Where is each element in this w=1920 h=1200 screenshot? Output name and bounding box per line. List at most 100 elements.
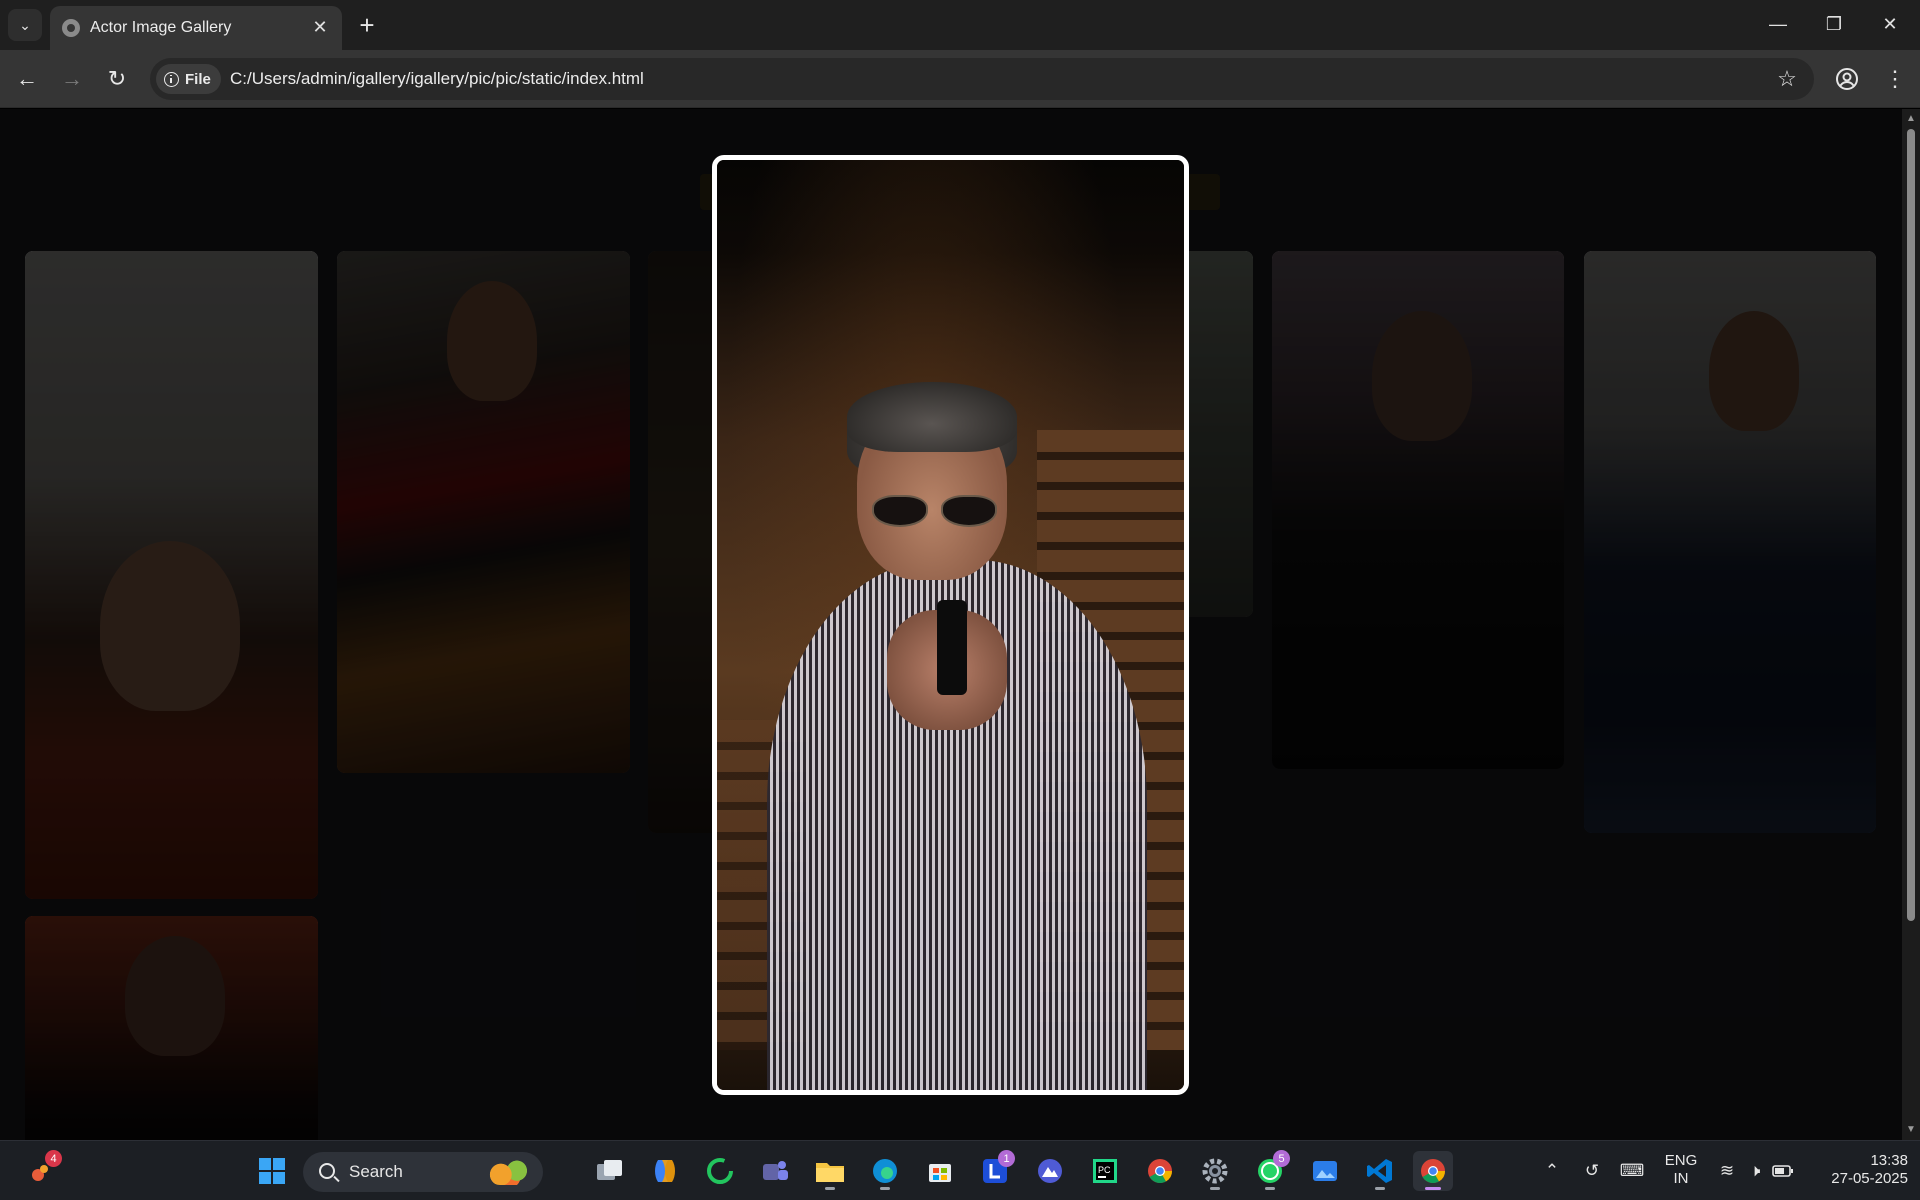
browser-menu-button[interactable]: ⋮ (1880, 64, 1910, 94)
scroll-up-arrow-icon[interactable]: ▲ (1905, 113, 1917, 125)
volume-tray-icon[interactable]: 🕨 (1743, 1160, 1767, 1182)
copilot-button[interactable] (645, 1151, 685, 1191)
show-hidden-icons-button[interactable]: ⌃ (1540, 1160, 1564, 1182)
close-tab-button[interactable]: ✕ (308, 15, 332, 39)
minimize-icon: — (1769, 13, 1787, 34)
muted-speaker-icon: 🕨 (1749, 1161, 1761, 1180)
chevron-down-icon: ⌄ (19, 16, 31, 33)
notification-badge: 4 (45, 1150, 62, 1167)
scroll-thumb[interactable] (1907, 129, 1915, 921)
whatsapp-badge: 5 (1273, 1150, 1290, 1167)
browser-tab-strip: ⌄ Actor Image Gallery ✕ + — ❐ ✕ (0, 0, 1920, 50)
l-app-button[interactable]: 1 (975, 1150, 1015, 1191)
vscode-button[interactable] (1360, 1151, 1400, 1191)
clock-time: 13:38 (1870, 1152, 1908, 1169)
url-text[interactable]: C:/Users/admin/igallery/igallery/pic/pic… (230, 69, 644, 89)
teams-icon (763, 1161, 788, 1180)
address-bar[interactable]: File C:/Users/admin/igallery/igallery/pi… (150, 58, 1814, 100)
search-icon (319, 1163, 335, 1179)
pycharm-icon: PC (1093, 1159, 1117, 1183)
sync-tray-icon[interactable]: ↺ (1580, 1160, 1604, 1182)
input-language-indicator[interactable]: ENG IN (1660, 1152, 1702, 1188)
clock[interactable]: 13:38 27-05-2025 (1812, 1152, 1908, 1188)
lightbox-image[interactable] (712, 155, 1189, 1095)
clock-date: 27-05-2025 (1831, 1170, 1908, 1187)
new-tab-button[interactable]: + (352, 10, 382, 40)
info-icon (164, 71, 179, 87)
search-highlight-icon (487, 1159, 533, 1185)
task-view-icon (597, 1160, 622, 1180)
browser-tab[interactable]: Actor Image Gallery ✕ (50, 6, 342, 50)
battery-tray-icon[interactable] (1771, 1160, 1795, 1182)
vscode-icon (1367, 1159, 1392, 1183)
gear-icon (1202, 1158, 1228, 1184)
reload-button[interactable]: ↻ (100, 62, 134, 96)
back-button[interactable]: ← (10, 62, 44, 96)
store-icon (929, 1164, 951, 1182)
svg-text:PC: PC (1098, 1165, 1111, 1175)
teams-button[interactable] (755, 1151, 795, 1191)
scroll-down-arrow-icon[interactable]: ▼ (1905, 1124, 1917, 1136)
settings-button[interactable] (1195, 1151, 1235, 1191)
l-app-badge: 1 (998, 1150, 1015, 1167)
profile-button[interactable] (1832, 64, 1862, 94)
profile-icon (1836, 68, 1858, 90)
copilot-icon (655, 1160, 675, 1182)
close-icon: ✕ (1882, 13, 1898, 34)
tab-title: Actor Image Gallery (90, 19, 232, 36)
pycharm-button[interactable]: PC (1085, 1151, 1125, 1191)
sunglasses (872, 495, 997, 527)
site-info-chip[interactable]: File (156, 64, 221, 94)
plus-icon: + (359, 9, 375, 40)
mountain-icon (1038, 1159, 1062, 1183)
minimize-button[interactable]: — (1756, 8, 1800, 40)
chrome-icon (1148, 1159, 1172, 1184)
whatsapp-button[interactable]: 5 (1250, 1150, 1290, 1191)
taskbar-search[interactable]: Search (303, 1152, 543, 1192)
arrow-left-icon: ← (16, 66, 38, 91)
chrome-active-button[interactable] (1413, 1151, 1453, 1191)
sync-icon: ↺ (1584, 1161, 1600, 1180)
taskbar: 4 Search 1 PC 5 ⌃ ↺ ⌨ ENG IN ≋ 🕨 13:38 2… (0, 1140, 1920, 1200)
chevron-up-icon: ⌃ (1544, 1161, 1560, 1180)
reload-icon: ↻ (107, 66, 127, 91)
green-circle-icon (707, 1158, 733, 1184)
arc-app-button[interactable] (1030, 1151, 1070, 1191)
arrow-right-icon: → (61, 66, 83, 91)
pistol (937, 600, 967, 695)
edge-button[interactable] (865, 1151, 905, 1191)
forward-button[interactable]: → (55, 62, 89, 96)
browser-toolbar: ← → ↻ File C:/Users/admin/igallery/igall… (0, 50, 1920, 108)
wifi-tray-icon[interactable]: ≋ (1715, 1160, 1739, 1182)
site-info-label: File (185, 70, 211, 88)
battery-icon (1772, 1165, 1793, 1177)
chrome-button[interactable] (1140, 1151, 1180, 1191)
photos-icon (1313, 1161, 1337, 1181)
photos-button[interactable] (1305, 1151, 1345, 1191)
task-view-button[interactable] (590, 1151, 630, 1191)
star-icon: ☆ (1777, 66, 1797, 91)
region-code: IN (1673, 1170, 1689, 1187)
keyboard-icon: ⌨ (1619, 1161, 1645, 1180)
notification-widget[interactable]: 4 (22, 1150, 62, 1191)
windows-icon (259, 1158, 285, 1184)
bookmark-button[interactable]: ☆ (1774, 66, 1800, 92)
search-label: Search (349, 1162, 403, 1181)
globe-icon (62, 19, 80, 37)
restore-icon: ❐ (1825, 13, 1843, 34)
page-scrollbar[interactable]: ▲ ▼ (1902, 109, 1920, 1140)
tab-search-button[interactable]: ⌄ (8, 9, 42, 41)
close-window-button[interactable]: ✕ (1868, 8, 1912, 40)
file-explorer-button[interactable] (810, 1151, 850, 1191)
edge-icon (873, 1159, 897, 1183)
store-button[interactable] (920, 1151, 960, 1191)
start-button[interactable] (252, 1151, 292, 1191)
language-code: ENG (1664, 1152, 1698, 1169)
kebab-menu-icon: ⋮ (1884, 66, 1906, 91)
chrome-icon (1421, 1159, 1445, 1184)
app-green-circle[interactable] (700, 1151, 740, 1191)
wifi-icon: ≋ (1719, 1161, 1735, 1180)
restore-button[interactable]: ❐ (1812, 8, 1856, 40)
keyboard-tray-icon[interactable]: ⌨ (1619, 1160, 1645, 1182)
hair-top (847, 382, 1017, 452)
